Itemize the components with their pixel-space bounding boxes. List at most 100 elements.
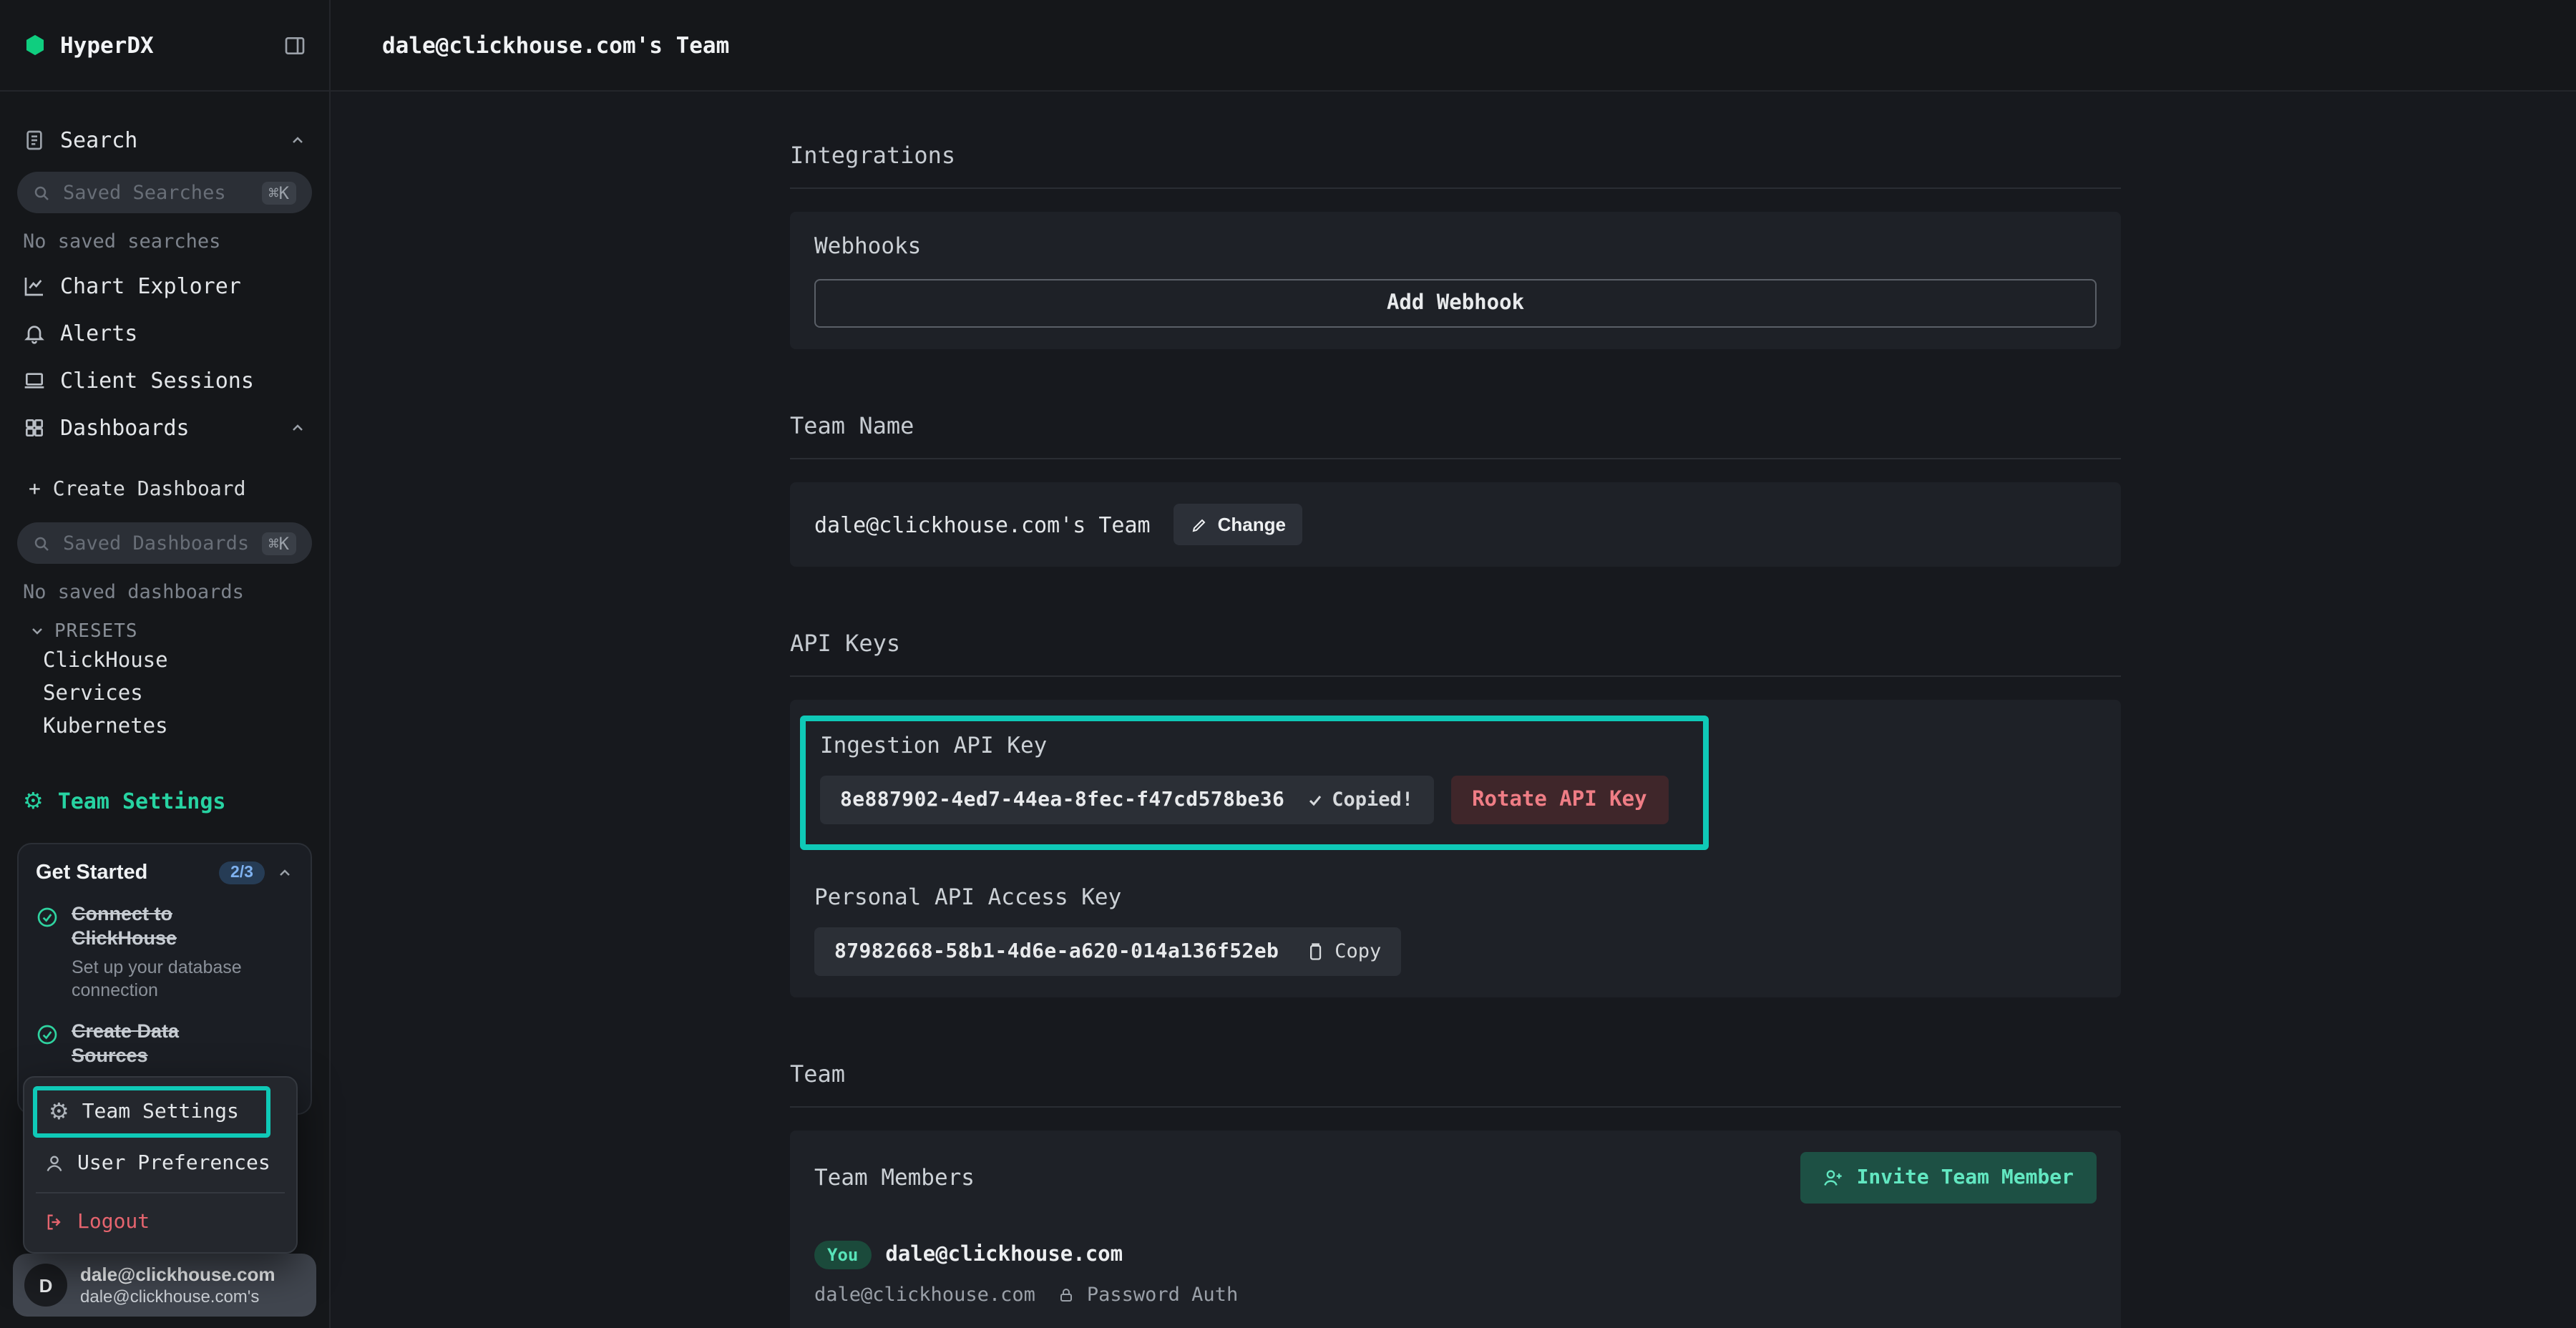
team-members-label: Team Members bbox=[814, 1165, 975, 1191]
get-started-card: Get Started 2/3 Connect to ClickHouse Se… bbox=[17, 843, 312, 1115]
menu-divider bbox=[36, 1192, 285, 1193]
presets-toggle[interactable]: PRESETS bbox=[0, 618, 329, 644]
preset-clickhouse[interactable]: ClickHouse bbox=[0, 644, 329, 677]
get-started-item-title: Connect to ClickHouse bbox=[72, 903, 260, 952]
invite-team-member-button[interactable]: Invite Team Member bbox=[1801, 1152, 2097, 1204]
divider bbox=[790, 187, 2121, 189]
logout-icon bbox=[44, 1212, 64, 1232]
add-webhook-button[interactable]: Add Webhook bbox=[814, 279, 2097, 328]
section-team-name: Team Name dale@clickhouse.com's Team Cha… bbox=[790, 412, 2121, 567]
sidebar-item-client-sessions[interactable]: Client Sessions bbox=[0, 356, 329, 404]
get-started-progress-badge: 2/3 bbox=[219, 861, 265, 884]
menu-item-user-preferences[interactable]: User Preferences bbox=[33, 1142, 288, 1185]
sidebar-item-label: Client Sessions bbox=[60, 367, 254, 393]
ingestion-api-key-value: 8e887902-4ed7-44ea-8fec-f47cd578be36 bbox=[840, 788, 1284, 811]
get-started-item[interactable]: Connect to ClickHouse Set up your databa… bbox=[36, 903, 293, 1002]
shortcut-badge: ⌘K bbox=[261, 532, 296, 555]
user-subtitle: dale@clickhouse.com's bbox=[80, 1286, 275, 1307]
create-dashboard-button[interactable]: + Create Dashboard bbox=[0, 471, 329, 508]
user-icon bbox=[44, 1153, 64, 1173]
saved-dashboards-input-wrap: ⌘K bbox=[17, 522, 312, 564]
app-title: HyperDX bbox=[60, 32, 270, 58]
user-name: dale@clickhouse.com bbox=[80, 1264, 275, 1285]
sidebar: HyperDX Search bbox=[0, 0, 331, 1328]
search-icon bbox=[33, 184, 50, 201]
menu-item-label: User Preferences bbox=[77, 1152, 270, 1175]
sidebar-item-chart-explorer[interactable]: Chart Explorer bbox=[0, 262, 329, 309]
user-menu-popup: ⚙ Team Settings User Preferences bbox=[23, 1076, 298, 1254]
saved-searches-icon bbox=[23, 129, 46, 152]
rotate-api-key-button[interactable]: Rotate API Key bbox=[1450, 776, 1668, 824]
team-settings-label: Team Settings bbox=[58, 788, 226, 814]
preset-services[interactable]: Services bbox=[0, 677, 329, 710]
dashboards-label: Dashboards bbox=[60, 414, 275, 440]
change-button-label: Change bbox=[1218, 514, 1286, 535]
no-saved-dashboards-text: No saved dashboards bbox=[23, 581, 306, 604]
member-name: dale@clickhouse.com bbox=[885, 1244, 1123, 1266]
annotation-box-team-settings: ⚙ Team Settings bbox=[33, 1086, 270, 1138]
sidebar-nav: Chart Explorer Alerts Client Sessions bbox=[0, 262, 329, 451]
client-sessions-laptop-icon bbox=[23, 368, 46, 391]
pencil-icon bbox=[1191, 516, 1208, 533]
chevron-up-icon[interactable] bbox=[289, 132, 306, 149]
copy-button-label: Copy bbox=[1335, 940, 1381, 963]
shortcut-badge: ⌘K bbox=[261, 181, 296, 204]
chevron-up-icon[interactable] bbox=[289, 419, 306, 436]
webhooks-label: Webhooks bbox=[814, 233, 2097, 259]
app-root: HyperDX Search bbox=[0, 0, 2576, 1328]
ingestion-api-key-label: Ingestion API Key bbox=[820, 733, 1669, 758]
sidebar-section-dashboards[interactable]: Dashboards bbox=[0, 404, 329, 451]
team-name-card: dale@clickhouse.com's Team Change bbox=[790, 482, 2121, 567]
copied-indicator: Copied! bbox=[1306, 788, 1413, 811]
saved-searches-input[interactable] bbox=[60, 180, 251, 205]
user-profile-chip[interactable]: D dale@clickhouse.com dale@clickhouse.co… bbox=[13, 1254, 316, 1317]
clipboard-icon bbox=[1304, 942, 1324, 962]
alerts-bell-icon bbox=[23, 321, 46, 344]
chevron-up-icon[interactable] bbox=[276, 864, 293, 882]
section-title: Team Name bbox=[790, 412, 2121, 439]
get-started-item-title: Create Data Sources bbox=[72, 1021, 260, 1070]
get-started-title: Get Started bbox=[36, 861, 208, 884]
avatar: D bbox=[24, 1264, 67, 1307]
menu-item-team-settings[interactable]: ⚙ Team Settings bbox=[37, 1090, 266, 1133]
main-area: dale@clickhouse.com's Team Integrations … bbox=[331, 0, 2576, 1328]
annotation-box-ingestion-api-key: Ingestion API Key 8e887902-4ed7-44ea-8fe… bbox=[800, 716, 1709, 850]
team-member-row: You dale@clickhouse.com dale@clickhouse.… bbox=[814, 1241, 2097, 1307]
team-members-card: Team Members Invite Team Member bbox=[790, 1131, 2121, 1328]
divider bbox=[790, 458, 2121, 459]
section-api-keys: API Keys Ingestion API Key 8e887902-4ed7… bbox=[790, 630, 2121, 997]
preset-kubernetes[interactable]: Kubernetes bbox=[0, 710, 329, 743]
saved-searches-input-wrap: ⌘K bbox=[17, 172, 312, 213]
sidebar-item-alerts[interactable]: Alerts bbox=[0, 309, 329, 356]
change-team-name-button[interactable]: Change bbox=[1174, 504, 1303, 545]
collapse-sidebar-icon[interactable] bbox=[283, 34, 306, 57]
dashboards-grid-icon bbox=[23, 416, 46, 439]
saved-dashboards-input[interactable] bbox=[60, 530, 251, 556]
section-title: Team bbox=[790, 1060, 2121, 1088]
sidebar-item-label: Alerts bbox=[60, 320, 137, 346]
copy-button[interactable]: Copy bbox=[1304, 940, 1381, 963]
api-keys-card: Ingestion API Key 8e887902-4ed7-44ea-8fe… bbox=[790, 700, 2121, 997]
settings-content: Integrations Webhooks Add Webhook Team N… bbox=[790, 92, 2121, 1328]
menu-item-label: Logout bbox=[77, 1211, 150, 1234]
section-title: Integrations bbox=[790, 142, 2121, 169]
you-badge: You bbox=[814, 1241, 871, 1269]
gear-icon: ⚙ bbox=[23, 790, 44, 813]
copied-label: Copied! bbox=[1332, 788, 1413, 811]
personal-api-key-value: 87982668-58b1-4d6e-a620-014a136f52eb bbox=[834, 940, 1279, 963]
chart-explorer-icon bbox=[23, 274, 46, 297]
chevron-down-icon bbox=[29, 622, 46, 640]
ingestion-api-key-box[interactable]: 8e887902-4ed7-44ea-8fec-f47cd578be36 Cop… bbox=[820, 776, 1433, 824]
sidebar-item-team-settings[interactable]: ⚙ Team Settings bbox=[0, 780, 329, 823]
menu-item-logout[interactable]: Logout bbox=[33, 1201, 288, 1244]
section-integrations: Integrations Webhooks Add Webhook bbox=[790, 142, 2121, 349]
lock-icon bbox=[1058, 1286, 1075, 1304]
search-icon bbox=[33, 534, 50, 552]
sidebar-item-label: Chart Explorer bbox=[60, 273, 241, 298]
user-plus-icon bbox=[1824, 1168, 1844, 1188]
divider bbox=[790, 675, 2121, 677]
menu-item-label: Team Settings bbox=[82, 1100, 239, 1123]
team-name-value: dale@clickhouse.com's Team bbox=[814, 512, 1151, 537]
section-title: API Keys bbox=[790, 630, 2121, 657]
sidebar-section-search[interactable]: Search bbox=[0, 123, 329, 157]
